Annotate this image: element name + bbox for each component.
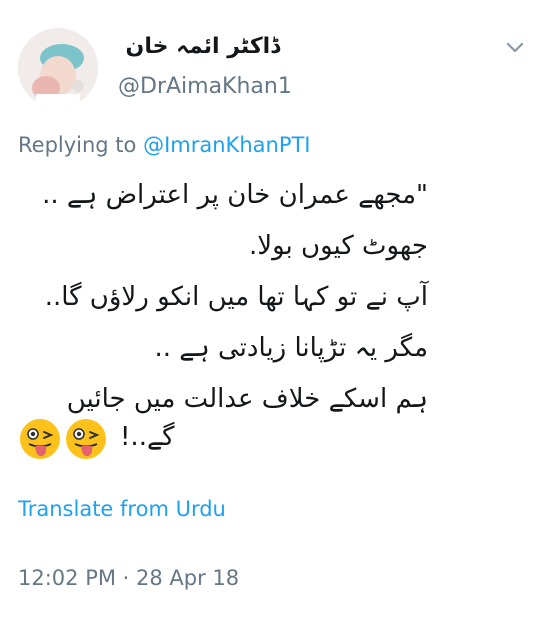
display-name[interactable]: ڈاکٹر ائمہ خان <box>120 32 280 62</box>
tweet-line: "مجھے عمران خان پر اعتراض ہے .. <box>42 180 428 210</box>
timestamp[interactable]: 12:02 PM · 28 Apr 18 <box>18 563 239 593</box>
user-handle[interactable]: @DrAimaKhan1 <box>118 72 292 102</box>
tweet-line: جھوٹ کیوں بولا. <box>248 231 428 261</box>
replying-to-mention[interactable]: @ImranKhanPTI <box>143 133 310 157</box>
tweet-line: آپ نے تو کہا تھا میں انکو رلاؤں گا.. <box>44 282 428 312</box>
translate-link[interactable]: Translate from Urdu <box>18 494 226 524</box>
tweet-line-last: گے..! <box>120 422 175 452</box>
tweet-line: مگر یہ تڑپانا زیادتی ہے .. <box>154 333 428 363</box>
replying-prefix: Replying to <box>18 133 137 157</box>
tweet-text: "مجھے عمران خان پر اعتراض ہے .. جھوٹ کیو… <box>18 170 428 425</box>
tweet-card: ڈاکٹر ائمہ خان @DrAimaKhan1 Replying to … <box>0 0 540 627</box>
winking-face-with-tongue-icon <box>20 419 60 459</box>
emoji-row <box>18 417 108 461</box>
chevron-down-icon[interactable] <box>505 40 525 56</box>
winking-face-with-tongue-icon <box>66 419 106 459</box>
replying-to: Replying to @ImranKhanPTI <box>18 130 311 160</box>
avatar-image <box>18 28 98 108</box>
avatar[interactable] <box>18 28 98 108</box>
